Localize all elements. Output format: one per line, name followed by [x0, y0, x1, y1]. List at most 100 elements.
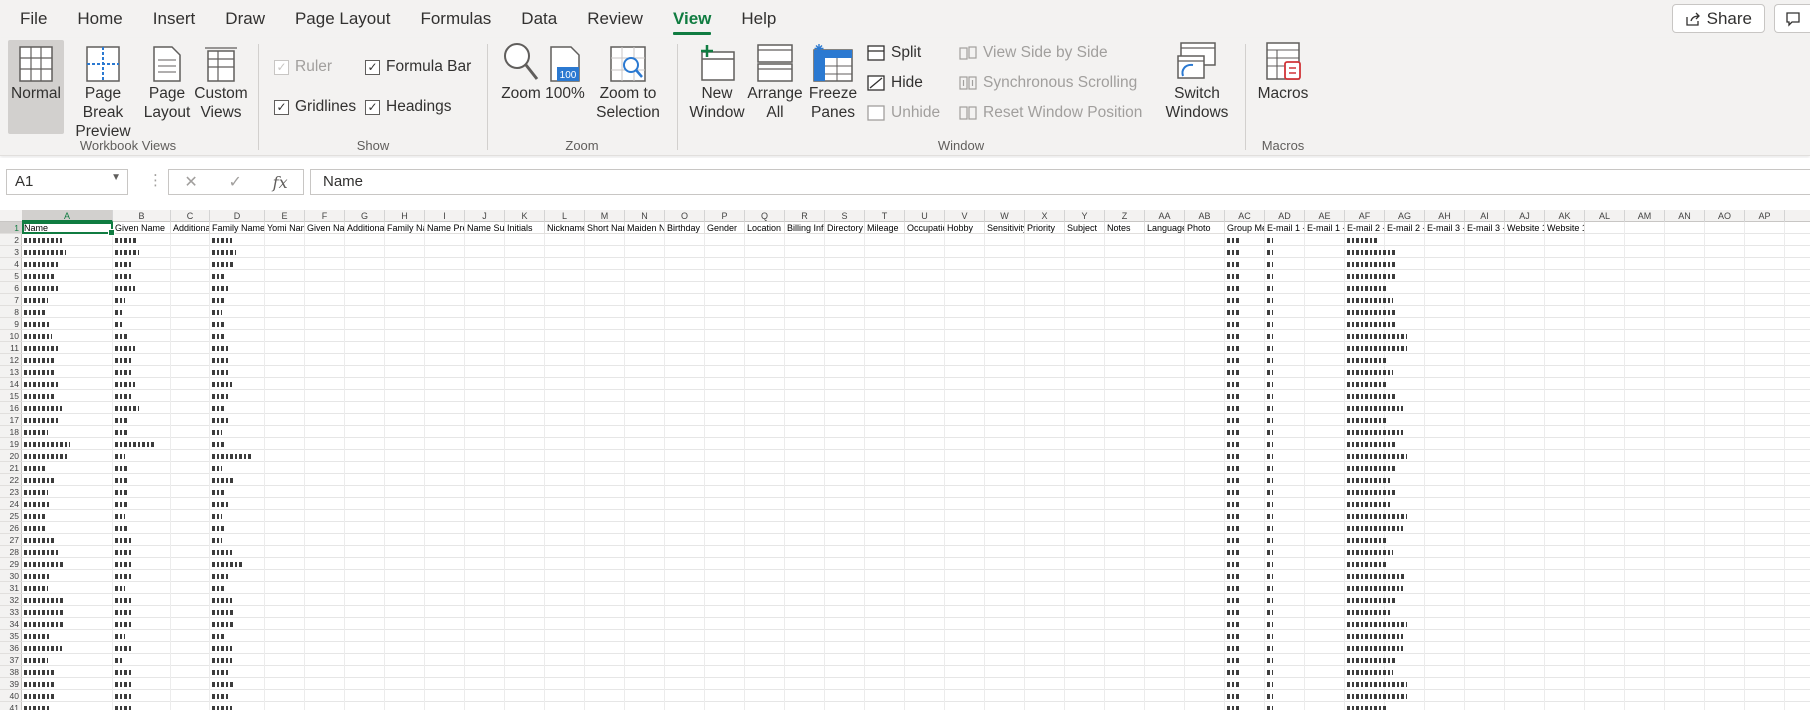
normal-view-button[interactable]: Normal [8, 40, 64, 134]
row-header-15[interactable]: 15 [0, 390, 22, 402]
row-header-11[interactable]: 11 [0, 342, 22, 354]
row-header-33[interactable]: 33 [0, 606, 22, 618]
row-header-17[interactable]: 17 [0, 414, 22, 426]
view-side-by-side-button[interactable]: View Side by Side [959, 44, 1108, 62]
column-header-ac[interactable]: AC [1225, 210, 1265, 222]
row-header-32[interactable]: 32 [0, 594, 22, 606]
header-cell-s[interactable]: Directory Server [825, 222, 865, 234]
row-header-6[interactable]: 6 [0, 282, 22, 294]
row-header-9[interactable]: 9 [0, 318, 22, 330]
row-header-2[interactable]: 2 [0, 234, 22, 246]
tab-home[interactable]: Home [62, 0, 137, 38]
header-cell-q[interactable]: Location [745, 222, 785, 234]
row-header-12[interactable]: 12 [0, 354, 22, 366]
row-header-30[interactable]: 30 [0, 570, 22, 582]
header-cell-v[interactable]: Hobby [945, 222, 985, 234]
header-cell-i[interactable]: Name Prefix [425, 222, 465, 234]
row-header-18[interactable]: 18 [0, 426, 22, 438]
page-break-preview-button[interactable]: Page Break Preview [64, 40, 142, 141]
tab-help[interactable]: Help [726, 0, 791, 38]
row-header-41[interactable]: 41 [0, 702, 22, 710]
header-cell-y[interactable]: Subject [1065, 222, 1105, 234]
header-cell-m[interactable]: Short Name [585, 222, 625, 234]
header-cell-n[interactable]: Maiden Name [625, 222, 665, 234]
header-cell-g[interactable]: Additional Name Yomi [345, 222, 385, 234]
header-cell-e[interactable]: Yomi Name [265, 222, 305, 234]
header-cell-ae[interactable]: E-mail 1 - Value [1305, 222, 1345, 234]
column-header-v[interactable]: V [945, 210, 985, 222]
tab-formulas[interactable]: Formulas [405, 0, 506, 38]
row-header-8[interactable]: 8 [0, 306, 22, 318]
row-header-34[interactable]: 34 [0, 618, 22, 630]
row-header-37[interactable]: 37 [0, 654, 22, 666]
cell-area[interactable]: NameGiven NameAdditional NameFamily Name… [22, 222, 1810, 710]
row-header-19[interactable]: 19 [0, 438, 22, 450]
unhide-button[interactable]: Unhide [867, 104, 940, 122]
header-cell-p[interactable]: Gender [705, 222, 745, 234]
header-cell-f[interactable]: Given Name Yomi [305, 222, 345, 234]
column-header-al[interactable]: AL [1585, 210, 1625, 222]
row-header-13[interactable]: 13 [0, 366, 22, 378]
row-header-21[interactable]: 21 [0, 462, 22, 474]
column-header-ab[interactable]: AB [1185, 210, 1225, 222]
column-header-g[interactable]: G [345, 210, 385, 222]
column-header-r[interactable]: R [785, 210, 825, 222]
column-header-aa[interactable]: AA [1145, 210, 1185, 222]
chevron-down-icon[interactable]: ▼ [111, 172, 121, 183]
row-header-16[interactable]: 16 [0, 402, 22, 414]
row-header-25[interactable]: 25 [0, 510, 22, 522]
header-cell-aj[interactable]: Website 1 - Type [1505, 222, 1545, 234]
row-header-26[interactable]: 26 [0, 522, 22, 534]
row-header-1[interactable]: 1 [0, 222, 22, 234]
column-header-af[interactable]: AF [1345, 210, 1385, 222]
row-header-40[interactable]: 40 [0, 690, 22, 702]
synchronous-scrolling-button[interactable]: Synchronous Scrolling [959, 74, 1137, 92]
enter-icon[interactable]: ✓ [229, 172, 242, 192]
row-header-36[interactable]: 36 [0, 642, 22, 654]
column-header-ag[interactable]: AG [1385, 210, 1425, 222]
column-header-h[interactable]: H [385, 210, 425, 222]
column-header-t[interactable]: T [865, 210, 905, 222]
share-button[interactable]: Share [1671, 4, 1765, 33]
name-box[interactable]: A1 ▼ [6, 169, 128, 195]
column-header-a[interactable]: A [22, 210, 113, 222]
column-header-s[interactable]: S [825, 210, 865, 222]
row-header-14[interactable]: 14 [0, 378, 22, 390]
cancel-icon[interactable]: ✕ [184, 172, 197, 192]
column-header-am[interactable]: AM [1625, 210, 1665, 222]
column-header-ak[interactable]: AK [1545, 210, 1585, 222]
column-header-ad[interactable]: AD [1265, 210, 1305, 222]
column-header-c[interactable]: C [171, 210, 210, 222]
arrange-all-button[interactable]: Arrange All [747, 40, 803, 122]
column-header-p[interactable]: P [705, 210, 745, 222]
column-header-an[interactable]: AN [1665, 210, 1705, 222]
header-cell-ab[interactable]: Photo [1185, 222, 1225, 234]
row-header-38[interactable]: 38 [0, 666, 22, 678]
tab-view[interactable]: View [658, 0, 726, 38]
more-options-icon[interactable]: ⋮ [148, 171, 163, 189]
header-cell-ai[interactable]: E-mail 3 - Value [1465, 222, 1505, 234]
column-header-w[interactable]: W [985, 210, 1025, 222]
formula-input[interactable]: Name [310, 169, 1810, 195]
row-header-31[interactable]: 31 [0, 582, 22, 594]
column-header-b[interactable]: B [113, 210, 171, 222]
header-cell-ac[interactable]: Group Membership [1225, 222, 1265, 234]
custom-views-button[interactable]: Custom Views [192, 40, 250, 122]
headings-checkbox[interactable]: ✓ Headings [365, 98, 452, 116]
switch-windows-button[interactable]: Switch Windows [1159, 40, 1235, 122]
zoom-100-button[interactable]: 100 100% [545, 40, 585, 103]
tab-data[interactable]: Data [506, 0, 572, 38]
column-header-x[interactable]: X [1025, 210, 1065, 222]
column-header-m[interactable]: M [585, 210, 625, 222]
column-header-q[interactable]: Q [745, 210, 785, 222]
header-cell-aa[interactable]: Language [1145, 222, 1185, 234]
tab-page-layout[interactable]: Page Layout [280, 0, 405, 38]
column-header-aj[interactable]: AJ [1505, 210, 1545, 222]
tab-review[interactable]: Review [572, 0, 658, 38]
header-cell-b[interactable]: Given Name [113, 222, 171, 234]
row-header-4[interactable]: 4 [0, 258, 22, 270]
header-cell-t[interactable]: Mileage [865, 222, 905, 234]
header-cell-ag[interactable]: E-mail 2 - Value [1385, 222, 1425, 234]
row-header-28[interactable]: 28 [0, 546, 22, 558]
tab-insert[interactable]: Insert [138, 0, 211, 38]
